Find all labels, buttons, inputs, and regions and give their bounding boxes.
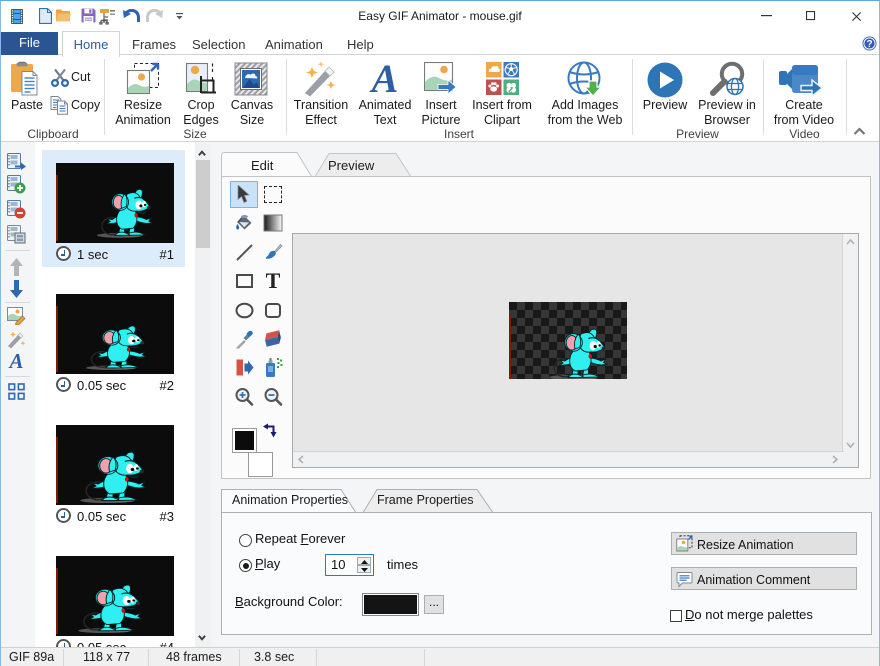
svg-text:T: T (266, 271, 281, 291)
svg-text:A: A (369, 62, 399, 95)
svg-text:A: A (8, 352, 24, 370)
svg-text:?: ? (866, 39, 872, 50)
